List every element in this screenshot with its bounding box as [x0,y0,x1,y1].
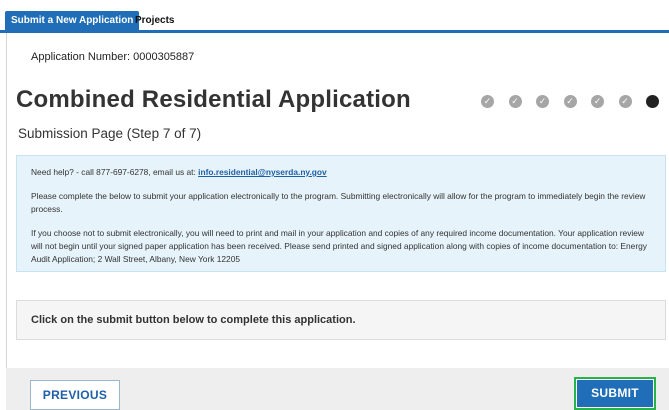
submit-button-label: SUBMIT [577,380,653,407]
help-mail-in-text: If you choose not to submit electronical… [31,228,647,264]
previous-button[interactable]: PREVIOUS [30,380,120,410]
check-icon: ✓ [538,96,547,106]
application-number: Application Number: 0000305887 [31,51,195,63]
left-divider [6,33,7,373]
help-electronic-submit-text: Please complete the below to submit your… [31,191,646,214]
help-email-link[interactable]: info.residential@nyserda.ny.gov [198,167,327,177]
step-completed-2: ✓ [508,95,522,108]
tab-bar: Submit a New Application Projects [0,0,669,33]
help-contact-text: Need help? - call 877-697-6278, email us… [31,167,199,177]
submit-instruction-panel: Click on the submit button below to comp… [16,300,666,340]
step-subtitle: Submission Page (Step 7 of 7) [18,126,202,141]
step-completed-5: ✓ [591,95,604,108]
step-completed-1: ✓ [481,95,494,108]
help-info-box: Need help? - call 877-697-6278, email us… [16,155,666,272]
tab-submit-new-application[interactable]: Submit a New Application [5,11,140,30]
step-completed-3: ✓ [536,95,549,108]
help-contact-line: Need help? - call 877-697-6278, email us… [31,166,655,179]
submit-button[interactable]: SUBMIT [574,377,656,410]
page-title: Combined Residential Application [16,86,411,113]
step-completed-4: ✓ [563,95,577,108]
step-completed-6: ✓ [618,95,632,108]
check-icon: ✓ [593,96,602,106]
step-current-7 [646,95,659,108]
submit-instruction-text: Click on the submit button below to comp… [31,314,356,326]
check-icon: ✓ [566,96,574,106]
check-icon: ✓ [483,96,492,106]
check-icon: ✓ [621,96,629,106]
check-icon: ✓ [511,96,519,106]
tab-projects[interactable]: Projects [129,11,180,30]
